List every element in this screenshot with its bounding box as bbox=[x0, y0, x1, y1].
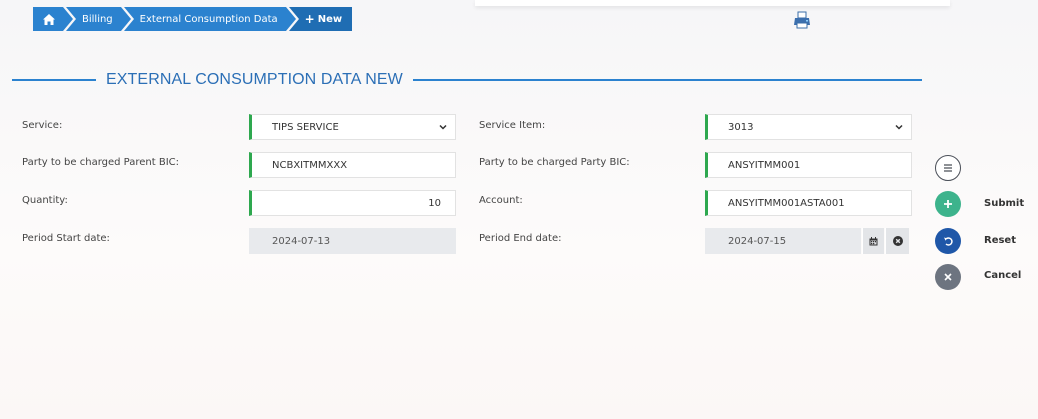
period-start-field: 2024-07-13 bbox=[249, 228, 456, 254]
breadcrumb: Billing External Consumption Data + New bbox=[33, 7, 355, 31]
home-icon bbox=[43, 13, 55, 25]
party-bic-input[interactable]: ANSYITMM001 bbox=[705, 152, 912, 178]
breadcrumb-billing-label: Billing bbox=[82, 13, 113, 25]
cancel-button[interactable] bbox=[935, 264, 961, 290]
clear-circle-icon bbox=[892, 236, 903, 246]
service-item-select[interactable]: 3013 bbox=[705, 114, 912, 140]
quantity-value: 10 bbox=[428, 197, 441, 209]
account-label: Account: bbox=[479, 195, 523, 206]
service-item-label: Service Item: bbox=[479, 120, 546, 131]
top-panel-edge bbox=[475, 0, 950, 6]
period-start-label: Period Start date: bbox=[22, 233, 110, 244]
party-bic-value: ANSYITMM001 bbox=[728, 159, 801, 171]
reset-button[interactable] bbox=[935, 228, 961, 254]
plus-icon bbox=[944, 200, 952, 208]
parent-bic-input[interactable]: NCBXITMMXXX bbox=[249, 152, 456, 178]
chevron-down-icon bbox=[439, 124, 447, 130]
party-bic-label: Party to be charged Party BIC: bbox=[479, 157, 630, 168]
clear-date-button[interactable] bbox=[885, 228, 909, 254]
parent-bic-value: NCBXITMMXXX bbox=[272, 159, 348, 171]
breadcrumb-home[interactable] bbox=[33, 7, 73, 31]
breadcrumb-new: + New bbox=[288, 7, 353, 31]
section-header: EXTERNAL CONSUMPTION DATA NEW bbox=[12, 69, 922, 91]
quantity-label: Quantity: bbox=[22, 195, 68, 206]
breadcrumb-billing[interactable]: Billing bbox=[66, 7, 131, 31]
service-item-value: 3013 bbox=[728, 121, 754, 133]
service-select[interactable]: TIPS SERVICE bbox=[249, 114, 456, 140]
title-rule-left bbox=[12, 79, 96, 81]
page-title: EXTERNAL CONSUMPTION DATA NEW bbox=[106, 71, 403, 88]
breadcrumb-new-label: New bbox=[317, 13, 343, 25]
breadcrumb-external-consumption-data[interactable]: External Consumption Data bbox=[123, 7, 296, 31]
quantity-input[interactable]: 10 bbox=[249, 190, 456, 216]
title-rule-right bbox=[412, 79, 922, 81]
period-start-value: 2024-07-13 bbox=[272, 235, 331, 247]
breadcrumb-ecd-label: External Consumption Data bbox=[139, 13, 278, 25]
period-end-field[interactable]: 2024-07-15 bbox=[705, 228, 861, 254]
service-value: TIPS SERVICE bbox=[272, 121, 339, 133]
calendar-button[interactable] bbox=[862, 228, 884, 254]
service-label: Service: bbox=[22, 120, 63, 131]
account-value: ANSYITMM001ASTA001 bbox=[728, 197, 845, 209]
submit-label[interactable]: Submit bbox=[984, 198, 1024, 209]
reset-label[interactable]: Reset bbox=[984, 235, 1016, 246]
period-end-label: Period End date: bbox=[479, 233, 562, 244]
list-view-button[interactable] bbox=[935, 155, 961, 181]
period-end-value: 2024-07-15 bbox=[728, 235, 787, 247]
submit-button[interactable] bbox=[935, 191, 961, 217]
undo-icon bbox=[943, 236, 953, 246]
close-icon bbox=[944, 273, 952, 281]
calendar-icon bbox=[869, 236, 878, 245]
printer-icon[interactable] bbox=[793, 11, 811, 29]
parent-bic-label: Party to be charged Parent BIC: bbox=[22, 157, 180, 168]
list-icon bbox=[944, 164, 952, 172]
chevron-down-icon bbox=[895, 124, 903, 130]
plus-icon: + bbox=[304, 12, 315, 26]
cancel-label[interactable]: Cancel bbox=[984, 270, 1021, 281]
account-input[interactable]: ANSYITMM001ASTA001 bbox=[705, 190, 912, 216]
